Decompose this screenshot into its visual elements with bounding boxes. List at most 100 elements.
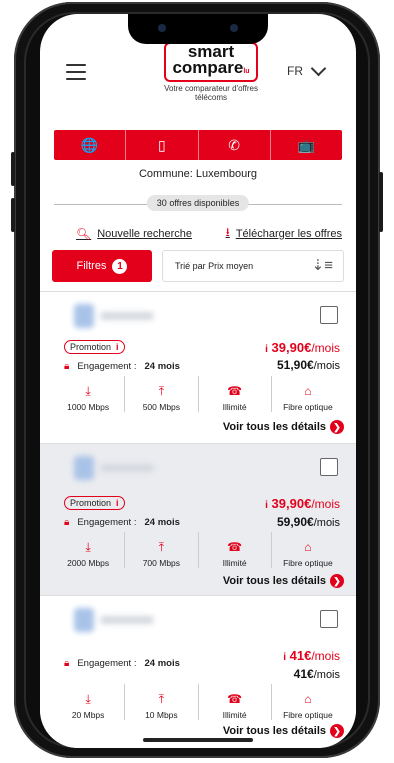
tab-tv[interactable]: 📺: [271, 130, 342, 160]
logo-line2: compare: [172, 58, 244, 77]
globe-icon: 🌐: [80, 136, 99, 153]
regular-price-unit: /mois: [313, 517, 340, 529]
see-details-link[interactable]: Voir tous les détails ❯: [223, 574, 344, 588]
phone-icon: ☎: [227, 540, 243, 554]
compare-checkbox[interactable]: [320, 610, 338, 628]
info-icon: i: [116, 498, 119, 508]
download-icon: ⭳: [225, 225, 230, 239]
feature-data: ☎ Illimité: [199, 376, 272, 412]
technology: Fibre optique: [283, 558, 333, 568]
feature-download: ⤓ 20 Mbps: [52, 684, 126, 720]
regular-price: 51,90€/mois: [277, 358, 340, 372]
search-icon: 🔍︎: [76, 226, 92, 241]
home-icon: ⌂: [304, 540, 312, 554]
sort-icon[interactable]: ⇣≡: [312, 256, 333, 274]
offers-count-row: 30 offres disponibles: [54, 195, 342, 211]
price-value: 39,90: [271, 496, 305, 511]
home-indicator: [143, 738, 253, 742]
promotion-badge[interactable]: Promotion i: [64, 340, 125, 354]
offer-card-2: Promotion i i 39,90€/mois 59,90€/mois 🔒︎ E…: [40, 443, 356, 596]
sensor-icon: [158, 24, 166, 32]
data-allowance: Illimité: [222, 402, 247, 412]
language-label: FR: [287, 64, 303, 78]
feature-download: ⤓ 2000 Mbps: [52, 532, 126, 568]
upload-speed-icon: ⤒: [158, 384, 165, 398]
promotion-badge[interactable]: Promotion i: [64, 496, 125, 510]
volume-up-button: [11, 152, 15, 186]
tab-mobile[interactable]: ▯: [126, 130, 199, 160]
offer-card-1: Promotion i i 39,90€/mois 51,90€/mois 🔒︎ E…: [40, 291, 356, 444]
regular-price-unit: /mois: [313, 360, 340, 372]
commune-label: Commune: Luxembourg: [138, 168, 257, 180]
price-value: 41: [289, 648, 305, 663]
new-search-label: Nouvelle recherche: [97, 227, 193, 240]
see-details-label: Voir tous les détails: [222, 725, 326, 737]
upload-speed: 10 Mbps: [145, 710, 178, 720]
offer-price: i 39,90€/mois: [265, 496, 340, 511]
menu-icon[interactable]: [66, 64, 86, 85]
info-icon: i: [116, 342, 119, 352]
lock-icon: 🔒︎: [64, 361, 70, 372]
phone-icon: ☎: [227, 692, 243, 706]
chevron-right-icon: ❯: [330, 420, 344, 434]
lock-icon: 🔒︎: [64, 517, 70, 528]
compare-checkbox[interactable]: [320, 458, 338, 476]
engagement-label: Engagement :: [77, 361, 137, 372]
regular-price-unit: /mois: [313, 669, 340, 681]
engagement-value: 24 mois: [144, 517, 180, 528]
logo-tagline: Votre comparateur d'offres télécoms: [164, 84, 258, 102]
tv-icon: 📺: [297, 136, 316, 153]
feature-technology: ⌂ Fibre optique: [272, 532, 344, 568]
download-speed-icon: ⤓: [85, 540, 91, 554]
price-value: 39,90: [271, 340, 305, 355]
camera-icon: [230, 24, 238, 32]
sort-select[interactable]: Trié par Prix moyen ⇣≡: [162, 250, 344, 282]
download-speed: 1000 Mbps: [67, 402, 110, 412]
chevron-down-icon: [310, 60, 327, 77]
filters-count-badge: 1: [112, 258, 128, 274]
upload-speed-icon: ⤒: [158, 540, 165, 554]
power-button: [379, 172, 383, 232]
filters-button[interactable]: Filtres 1: [52, 250, 152, 282]
new-search-link[interactable]: 🔍︎ Nouvelle recherche: [76, 223, 192, 244]
notch: [128, 14, 268, 44]
data-allowance: Illimité: [222, 558, 247, 568]
price-info-icon: i: [265, 500, 268, 511]
compare-checkbox[interactable]: [320, 306, 338, 324]
regular-price-value: 59,90: [277, 515, 308, 529]
technology: Fibre optique: [283, 402, 333, 412]
feature-data: ☎ Illimité: [199, 684, 272, 720]
site-logo[interactable]: smart comparelu Votre comparateur d'offr…: [152, 42, 270, 102]
offer-card-3: i 41€/mois 41€/mois 🔒︎ Engagement :24 moi…: [40, 595, 356, 748]
feature-upload: ⤒ 10 Mbps: [125, 684, 199, 720]
home-icon: ⌂: [304, 692, 312, 706]
upload-speed: 700 Mbps: [142, 558, 181, 568]
upload-speed-icon: ⤒: [158, 692, 165, 706]
phone-call-icon: ✆: [228, 136, 240, 153]
download-speed-icon: ⤓: [85, 384, 91, 398]
tab-internet[interactable]: 🌐: [54, 130, 127, 160]
engagement-info: 🔒︎ Engagement : 24 mois: [64, 517, 180, 528]
data-allowance: Illimité: [222, 710, 247, 720]
provider-logo: [74, 304, 158, 328]
offer-features: ⤓ 1000 Mbps ⤒ 500 Mbps ☎ Illimité ⌂ Fibre op…: [52, 376, 344, 412]
see-details-label: Voir tous les détails: [222, 575, 326, 587]
price-info-icon: i: [265, 344, 268, 355]
provider-logo: [74, 608, 158, 632]
regular-price-value: 51,90: [277, 358, 308, 372]
see-details-link[interactable]: Voir tous les détails ❯: [223, 724, 344, 738]
regular-price-currency: €: [307, 515, 314, 529]
engagement-label: Engagement :: [77, 517, 137, 528]
download-offers-link[interactable]: ⭳ Télécharger les offres: [226, 223, 342, 244]
action-links: 🔍︎ Nouvelle recherche ⭳ Télécharger les of…: [40, 223, 356, 244]
language-selector[interactable]: FR: [287, 60, 327, 78]
see-details-link[interactable]: Voir tous les détails ❯: [223, 420, 344, 434]
feature-technology: ⌂ Fibre optique: [272, 684, 344, 720]
tab-landline[interactable]: ✆: [199, 130, 271, 160]
price-unit: /mois: [311, 341, 340, 355]
engagement-info: 🔒︎ Engagement : 24 mois: [64, 658, 180, 669]
phone-icon: ☎: [227, 384, 243, 398]
engagement-label: Engagement :: [77, 658, 137, 669]
provider-logo: [74, 456, 158, 480]
lock-icon: 🔒︎: [64, 658, 70, 669]
